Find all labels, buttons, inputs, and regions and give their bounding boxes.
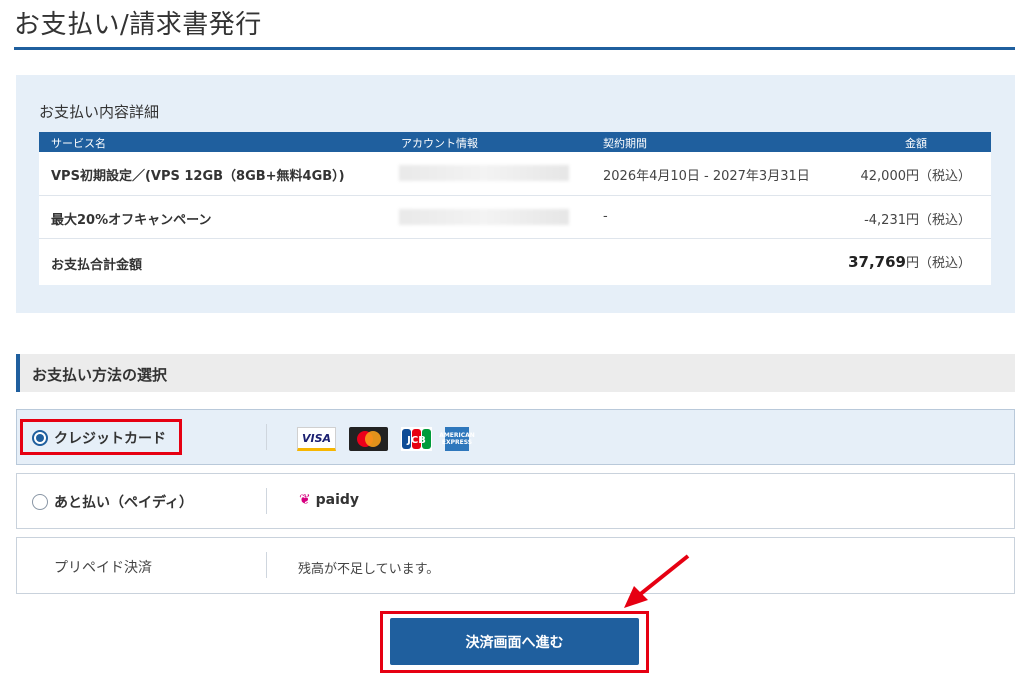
column-period: 契約期間 [603,137,647,150]
table-header: サービス名 アカウント情報 契約期間 金額 [39,132,991,152]
option-divider [266,488,267,514]
paidy-label: あと払い（ペイディ） [54,495,194,511]
paidy-radio[interactable] [32,494,48,510]
total-amount-number: 37,769 [848,253,906,271]
arrow-pointer-icon [624,554,690,608]
payment-method-header: お支払い方法の選択 [16,354,1015,392]
contract-period: - [603,209,608,224]
payment-option-paidy[interactable]: あと払い（ペイディ） ❦ paidy [16,473,1015,529]
account-info-redacted [399,209,569,229]
paidy-logo: ❦ paidy [299,492,359,508]
page-title: お支払い/請求書発行 [14,10,262,40]
amex-icon: AMERICAN EXPRESS [439,427,475,451]
service-name: VPS初期設定／(VPS 12GB（8GB+無料4GB）) [51,169,345,184]
account-info-redacted [399,165,569,185]
prepaid-label: プリペイド決済 [54,560,152,576]
detail-table: サービス名 アカウント情報 契約期間 金額 VPS初期設定／(VPS 12GB（… [39,132,991,285]
proceed-to-payment-button[interactable]: 決済画面へ進む [390,618,639,665]
total-label: お支払合計金額 [51,258,143,273]
table-row: VPS初期設定／(VPS 12GB（8GB+無料4GB）) 2026年4月10日… [39,152,991,196]
amount: -4,231円（税込） [864,213,971,228]
svg-text:JCB: JCB [406,435,426,446]
service-name: 最大20%オフキャンペーン [51,213,212,228]
prepaid-note: 残高が不足しています。 [298,562,440,577]
total-suffix: 円（税込） [905,256,971,271]
mastercard-icon [349,427,388,451]
credit-card-highlight [20,419,182,455]
total-row: お支払合計金額 37,769円（税込） [39,239,991,285]
column-amount: 金額 [905,137,927,150]
title-underline [14,47,1015,50]
amount: 42,000円（税込） [860,169,972,184]
table-row: 最大20%オフキャンペーン - -4,231円（税込） [39,196,991,239]
contract-period: 2026年4月10日 - 2027年3月31日 [603,169,810,184]
payment-detail-panel: お支払い内容詳細 サービス名 アカウント情報 契約期間 金額 VPS初期設定／(… [16,75,1015,313]
payment-option-prepaid: プリペイド決済 残高が不足しています。 [16,537,1015,594]
detail-heading: お支払い内容詳細 [39,103,160,121]
total-amount: 37,769円（税込） [848,252,971,271]
paidy-brand: paidy [315,492,360,508]
option-divider [266,552,267,578]
jcb-icon: JCB [401,427,432,451]
payment-method-heading: お支払い方法の選択 [32,366,168,384]
column-service: サービス名 [51,137,106,150]
paidy-mark-icon: ❦ [299,492,311,508]
column-account: アカウント情報 [401,137,478,150]
visa-icon: VISA [297,427,336,451]
option-divider [266,424,267,450]
